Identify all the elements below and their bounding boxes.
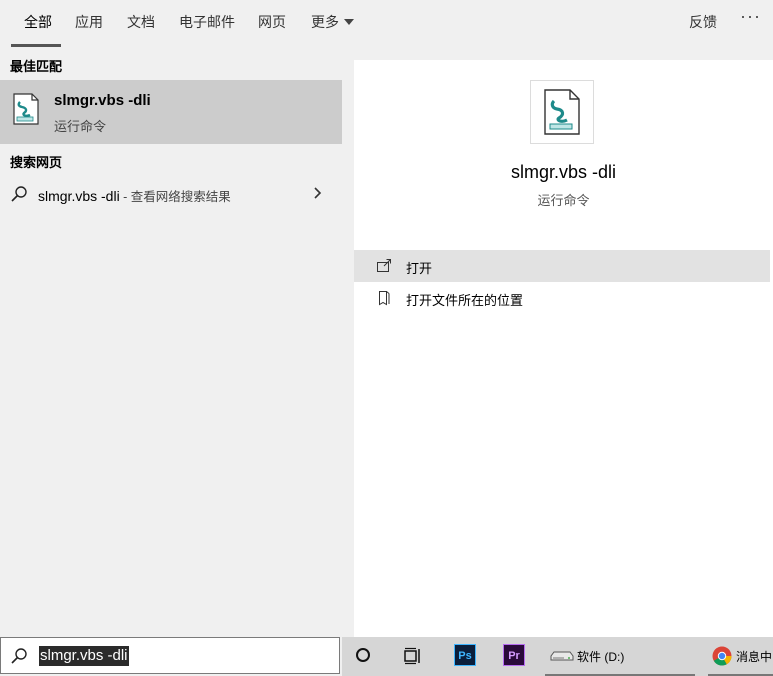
search-input[interactable]: slmgr.vbs -dli xyxy=(0,637,340,674)
web-search-heading: 搜索网页 xyxy=(10,155,63,170)
cortana-icon[interactable] xyxy=(356,648,370,662)
chevron-down-icon xyxy=(344,19,354,25)
open-icon xyxy=(377,259,391,272)
chrome-icon xyxy=(712,646,732,666)
preview-card: slmgr.vbs -dli 运行命令 xyxy=(354,60,773,240)
tab-email[interactable]: 电子邮件 xyxy=(179,12,235,32)
action-list: 打开 打开文件所在的位置 xyxy=(354,240,773,637)
search-input-value[interactable]: slmgr.vbs -dli xyxy=(39,646,129,666)
search-icon xyxy=(11,186,27,202)
active-tab-indicator xyxy=(11,44,61,47)
search-icon xyxy=(11,648,27,664)
web-search-text: slmgr.vbs -dli - 查看网络搜索结果 xyxy=(38,186,231,205)
tab-all[interactable]: 全部 xyxy=(24,12,52,32)
more-options-button[interactable]: ··· xyxy=(740,6,761,27)
tab-more[interactable]: 更多 xyxy=(311,12,354,32)
preview-pane: slmgr.vbs -dli 运行命令 打开 打开文件所在的位置 xyxy=(342,48,773,637)
chrome-window-button[interactable]: 消息中 xyxy=(708,637,773,676)
script-file-icon xyxy=(544,89,580,135)
file-location-icon xyxy=(379,291,390,306)
chevron-right-icon[interactable] xyxy=(312,184,324,202)
tab-web[interactable]: 网页 xyxy=(258,12,286,32)
best-match-heading: 最佳匹配 xyxy=(10,59,63,74)
web-search-result[interactable]: slmgr.vbs -dli - 查看网络搜索结果 xyxy=(0,182,342,208)
results-pane: 最佳匹配 slmgr.vbs -dli 运行命令 搜索网页 slmgr.vbs … xyxy=(0,48,342,637)
drive-window-label: 软件 (D:) xyxy=(577,650,625,664)
web-search-query: slmgr.vbs -dli xyxy=(38,188,120,204)
preview-title: slmgr.vbs -dli xyxy=(510,162,617,182)
best-match-title: slmgr.vbs -dli xyxy=(54,92,151,109)
tab-documents[interactable]: 文档 xyxy=(127,12,155,32)
preview-subtitle: 运行命令 xyxy=(537,193,590,208)
open-file-location-label: 打开文件所在的位置 xyxy=(406,293,524,308)
feedback-button[interactable]: 反馈 xyxy=(689,12,717,32)
web-search-suffix: - 查看网络搜索结果 xyxy=(119,190,231,204)
chrome-window-label: 消息中 xyxy=(736,650,773,664)
photoshop-icon[interactable]: Ps xyxy=(454,644,476,666)
premiere-icon[interactable]: Pr xyxy=(503,644,525,666)
taskbar: Ps Pr 软件 (D:) 消息中 xyxy=(342,637,773,676)
open-file-location-action[interactable]: 打开文件所在的位置 xyxy=(354,282,770,314)
best-match-subtitle: 运行命令 xyxy=(54,119,107,134)
open-action[interactable]: 打开 xyxy=(354,250,770,282)
drive-window-button[interactable]: 软件 (D:) xyxy=(545,637,695,676)
best-match-result[interactable]: slmgr.vbs -dli 运行命令 xyxy=(0,80,342,144)
preview-icon-frame xyxy=(530,80,594,144)
search-filter-bar: 全部 应用 文档 电子邮件 网页 更多 反馈 ··· xyxy=(0,0,773,48)
tab-apps[interactable]: 应用 xyxy=(75,12,103,32)
script-file-icon xyxy=(13,93,39,125)
open-action-label: 打开 xyxy=(406,261,433,276)
tab-more-label: 更多 xyxy=(311,14,339,30)
drive-icon xyxy=(550,651,574,661)
task-view-icon[interactable] xyxy=(404,647,422,665)
